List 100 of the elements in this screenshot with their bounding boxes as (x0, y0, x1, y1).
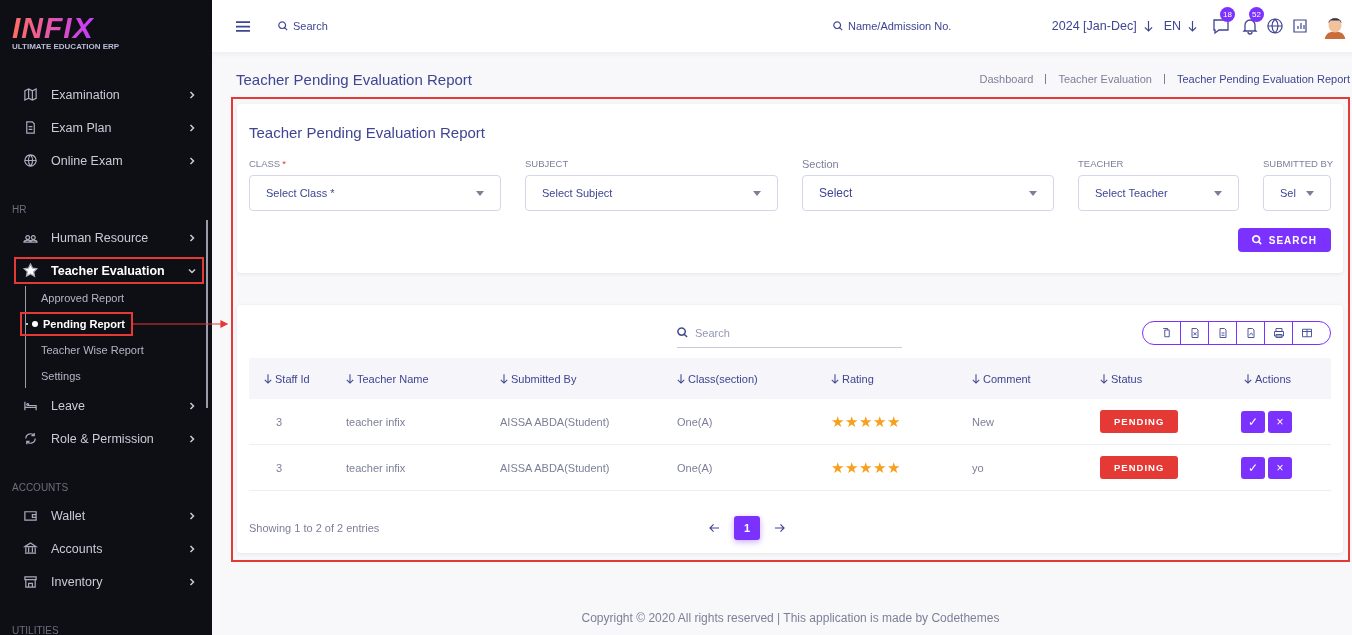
select-field[interactable]: Sel (1263, 175, 1331, 211)
breadcrumb-link[interactable]: Teacher Evaluation (1058, 73, 1152, 85)
column-header[interactable]: Comment (983, 372, 1031, 385)
columns-icon[interactable] (1300, 327, 1313, 339)
menu-icon[interactable] (236, 20, 250, 32)
sort-arrow-icon[interactable] (264, 373, 272, 384)
select-field[interactable]: Select (802, 175, 1054, 211)
menu-item[interactable]: Leave (14, 392, 204, 419)
approve-button[interactable]: ✓ (1241, 456, 1265, 479)
column-header[interactable]: Staff Id (275, 372, 310, 385)
page-title: Teacher Pending Evaluation Report (236, 70, 472, 88)
menu-item[interactable]: Wallet (14, 502, 204, 529)
sort-arrow-icon[interactable] (831, 373, 839, 384)
menu-item[interactable]: Examination (14, 81, 204, 108)
cycle-icon (23, 431, 38, 446)
session-dropdown[interactable]: 2024 [Jan-Dec] (1051, 19, 1137, 33)
caret-icon (1306, 190, 1314, 196)
sort-arrow-icon[interactable] (1244, 373, 1252, 384)
approve-button[interactable]: ✓ (1241, 410, 1265, 433)
arrow-left-icon[interactable] (709, 523, 720, 533)
reject-button[interactable]: × (1268, 410, 1292, 433)
menu-item[interactable]: Role & Permission (14, 425, 204, 452)
table-cell-text: 3 (275, 415, 284, 428)
field-label: CLASS * (249, 158, 286, 171)
select-field[interactable]: Select Class * (249, 175, 501, 211)
chevron-right-icon (188, 577, 196, 586)
language-dropdown[interactable]: EN (1163, 19, 1181, 33)
arrow-right-icon[interactable] (774, 523, 785, 533)
submenu-item[interactable]: Approved Report (20, 286, 133, 310)
sort-arrow-icon[interactable] (500, 373, 508, 384)
caret-icon (1029, 190, 1037, 196)
search-icon (833, 21, 843, 31)
csv-file-icon[interactable] (1216, 327, 1229, 339)
chevron-right-icon (188, 90, 196, 99)
bank-icon (23, 541, 38, 556)
wallet-icon (23, 508, 38, 523)
sort-arrow-icon[interactable] (677, 373, 685, 384)
logo-subtitle: ULTIMATE EDUCATION ERP (12, 42, 121, 51)
field-label: SUBMITTED BY (1263, 158, 1334, 171)
menu-item[interactable]: Inventory (14, 568, 204, 595)
chevron-right-icon (188, 156, 196, 165)
submenu-item[interactable]: Pending Report (20, 312, 133, 336)
field-label: SUBJECT (525, 158, 569, 171)
reject-button[interactable]: × (1268, 456, 1292, 479)
map-icon (23, 87, 38, 102)
store-icon (23, 574, 38, 589)
spreadsheet-icon[interactable] (1188, 327, 1201, 339)
status-badge: PENDING (1100, 410, 1179, 433)
arrow-down-icon (1188, 20, 1197, 32)
card-title: Teacher Pending Evaluation Report (249, 124, 486, 141)
globe-icon (23, 153, 38, 168)
column-header[interactable]: Teacher Name (357, 372, 429, 385)
table-cell-text: One(A) (676, 461, 714, 474)
column-header[interactable]: Submitted By (511, 372, 577, 385)
breadcrumb-link[interactable]: Dashboard (979, 73, 1034, 85)
message-count-badge: 18 (1220, 7, 1235, 22)
scrollbar[interactable] (206, 220, 208, 408)
menu-item[interactable]: Online Exam (14, 147, 204, 174)
star-icon (23, 263, 38, 278)
chevron-right-icon (188, 233, 196, 242)
chart-icon[interactable] (1291, 17, 1309, 35)
caret-icon (476, 190, 484, 196)
table-cell-text: New (971, 415, 995, 428)
column-header[interactable]: Status (1111, 372, 1143, 385)
notification-count-badge: 52 (1249, 7, 1264, 22)
section-heading: UTILITIES (12, 624, 60, 635)
page-button[interactable]: 1 (734, 516, 760, 540)
caret-icon (753, 190, 761, 196)
search-button[interactable]: SEARCH (1237, 228, 1331, 252)
bell-icon[interactable] (1241, 17, 1259, 35)
copy-icon[interactable] (1160, 327, 1173, 339)
column-header[interactable]: Rating (842, 372, 874, 385)
table-cell-text: AISSA ABDA(Student) (499, 415, 611, 428)
chevron-right-icon (188, 401, 196, 410)
submenu-item[interactable]: Teacher Wise Report (20, 338, 152, 362)
select-field[interactable]: Select Teacher (1078, 175, 1239, 211)
chevron-right-icon (188, 511, 196, 520)
pdf-file-icon[interactable] (1244, 327, 1257, 339)
menu-item[interactable]: Exam Plan (14, 114, 204, 141)
globe-icon[interactable] (1266, 17, 1284, 35)
select-field[interactable]: Select Subject (525, 175, 778, 211)
sort-arrow-icon[interactable] (972, 373, 980, 384)
status-badge: PENDING (1100, 456, 1179, 479)
copyright-text: Copyright © 2020 All rights reserved | This application is made by Codethemes (580, 611, 1001, 625)
chat-icon[interactable] (1212, 17, 1230, 35)
arrow-down-icon (1143, 20, 1153, 32)
document-icon (23, 120, 38, 135)
print-icon[interactable] (1272, 327, 1285, 339)
table-cell-text: 3 (275, 461, 284, 474)
search-icon (677, 327, 688, 338)
submenu-item[interactable]: Settings (20, 364, 89, 388)
menu-item[interactable]: Accounts (14, 535, 204, 562)
sort-arrow-icon[interactable] (1100, 373, 1108, 384)
menu-item[interactable]: Teacher Evaluation (14, 257, 204, 284)
menu-item[interactable]: Human Resource (14, 224, 204, 251)
section-heading: HR (12, 203, 28, 217)
column-header[interactable]: Class(section) (688, 372, 758, 385)
column-header[interactable]: Actions (1255, 372, 1292, 385)
sort-arrow-icon[interactable] (346, 373, 354, 384)
star-rating: ★★★★★ (831, 412, 901, 430)
